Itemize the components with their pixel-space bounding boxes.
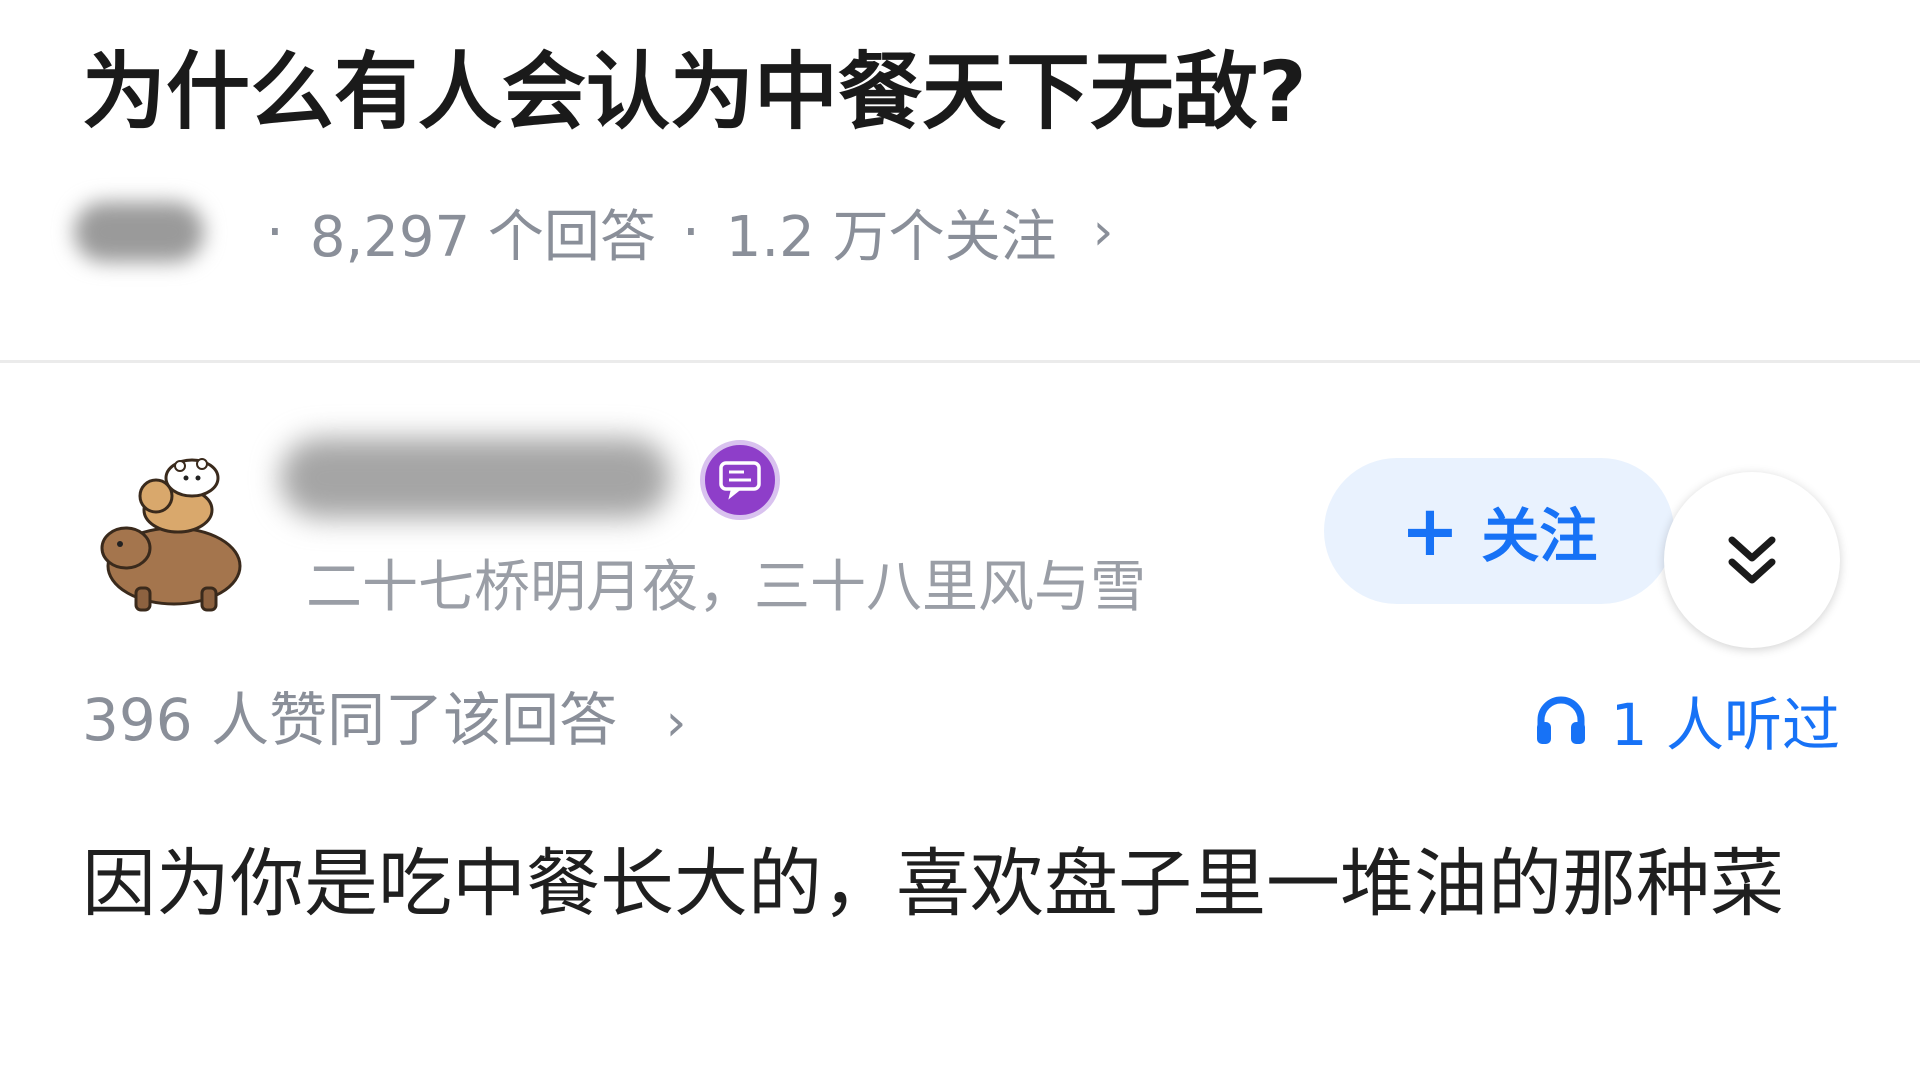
headphones-icon — [1536, 696, 1585, 744]
author-bio: 二十七桥明月夜，三十八里风与雪 — [306, 555, 1146, 620]
double-chevron-down-icon — [1728, 536, 1776, 584]
chevron-right-icon: › — [1092, 202, 1114, 262]
votes-link[interactable]: 396 人赞同了该回答 › — [82, 680, 686, 763]
follower-count: 1.2 万个关注 — [725, 204, 1057, 270]
author-name-blurred[interactable] — [280, 438, 670, 518]
follow-label: 关注 — [1481, 502, 1598, 570]
listen-text: 1 人听过 — [1610, 691, 1840, 759]
section-divider — [0, 360, 1920, 363]
plus-icon: + — [1400, 490, 1460, 572]
meta-separator: · — [681, 199, 700, 265]
answer-page: 为什么有人会认为中餐天下无敌? · 8,297 个回答 · 1.2 万个关注 › — [0, 0, 1920, 1080]
listen-count[interactable]: 1 人听过 — [1533, 680, 1840, 760]
expand-button[interactable] — [1664, 472, 1840, 648]
follow-button[interactable]: + 关注 — [1324, 458, 1674, 604]
answer-count: 8,297 个回答 — [309, 204, 656, 270]
avatar[interactable] — [96, 448, 256, 618]
chevron-right-icon: › — [665, 693, 687, 753]
answer-content[interactable]: 因为你是吃中餐长大的，喜欢盘子里一堆油的那种菜 — [82, 818, 1802, 950]
topic-tag-blurred[interactable] — [74, 202, 204, 262]
chat-bubble-icon[interactable] — [700, 440, 780, 520]
question-meta[interactable]: · 8,297 个回答 · 1.2 万个关注 › — [74, 192, 1113, 272]
votes-text: 396 人赞同了该回答 — [82, 686, 618, 754]
question-title[interactable]: 为什么有人会认为中餐天下无敌? — [82, 42, 1307, 142]
meta-separator: · — [266, 199, 284, 265]
